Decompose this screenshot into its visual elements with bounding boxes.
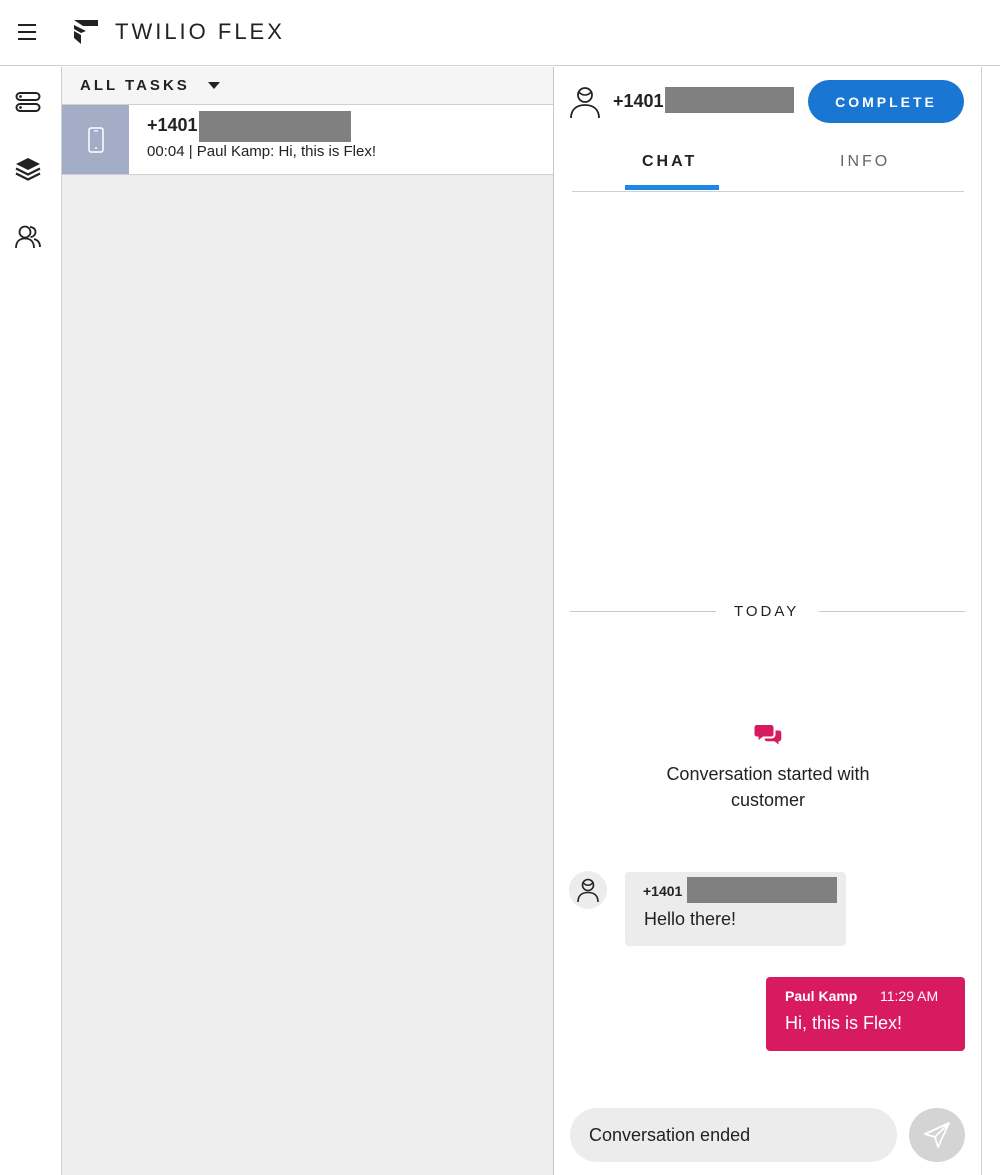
redaction-block: [665, 87, 794, 113]
conversation-started-text: Conversation started with customer: [666, 764, 870, 810]
task-card[interactable]: +1401 00:04 | Paul Kamp: Hi, this is Fle…: [62, 105, 553, 175]
agent-desktop-icon[interactable]: [12, 86, 44, 118]
task-tabs: CHAT INFO: [572, 145, 964, 192]
message-author: +1401: [643, 883, 683, 899]
task-detail-panel: +1401 COMPLETE CHAT INFO TODAY Conversat…: [555, 67, 982, 1175]
send-icon: [924, 1122, 950, 1148]
complete-button[interactable]: COMPLETE: [808, 80, 964, 123]
phone-icon: [87, 126, 104, 153]
chevron-down-icon: [207, 82, 220, 89]
message-input[interactable]: [570, 1108, 897, 1162]
contact-name: +1401: [613, 91, 664, 111]
twilio-flex-logo: [74, 20, 98, 44]
day-label: TODAY: [734, 603, 800, 620]
message-body: Hello there!: [644, 909, 737, 929]
tab-info[interactable]: INFO: [840, 153, 890, 171]
hamburger-icon[interactable]: [18, 24, 36, 40]
redaction-block: [687, 877, 837, 903]
brand-title: TWILIO FLEX: [115, 19, 285, 44]
teams-icon[interactable]: [12, 221, 44, 253]
task-list-header: ALL TASKS: [62, 67, 553, 105]
task-subtitle: 00:04 | Paul Kamp: Hi, this is Flex!: [147, 143, 376, 160]
outbound-message: Paul Kamp 11:29 AM Hi, this is Flex!: [766, 977, 965, 1051]
task-filter-dropdown[interactable]: ALL TASKS: [80, 77, 220, 94]
chat-bubbles-icon: [754, 725, 782, 745]
sidebar: [0, 67, 62, 1175]
task-filter-label: ALL TASKS: [80, 77, 190, 94]
redaction-block: [199, 111, 351, 142]
user-icon: [577, 878, 599, 903]
tab-chat[interactable]: CHAT: [642, 153, 697, 171]
message-timestamp: 11:29 AM: [880, 988, 939, 1004]
avatar: [569, 871, 607, 909]
task-list-panel: ALL TASKS +1401 00:04 | Paul Kamp: Hi, t…: [62, 67, 554, 1175]
task-title: +1401: [147, 115, 198, 135]
top-bar: TWILIO FLEX: [0, 0, 1000, 66]
user-icon: [570, 87, 600, 119]
layers-icon[interactable]: [12, 153, 44, 185]
send-button[interactable]: [909, 1108, 965, 1162]
divider-line: [819, 611, 965, 612]
message-body: Hi, this is Flex!: [785, 1013, 903, 1033]
task-channel-badge: [62, 105, 129, 174]
active-tab-indicator: [625, 185, 719, 190]
right-gutter: [983, 67, 1000, 1175]
divider-line: [570, 611, 716, 612]
message-author: Paul Kamp: [785, 988, 858, 1004]
day-divider: TODAY: [570, 601, 965, 625]
inbound-message: +1401 Hello there!: [625, 872, 846, 946]
